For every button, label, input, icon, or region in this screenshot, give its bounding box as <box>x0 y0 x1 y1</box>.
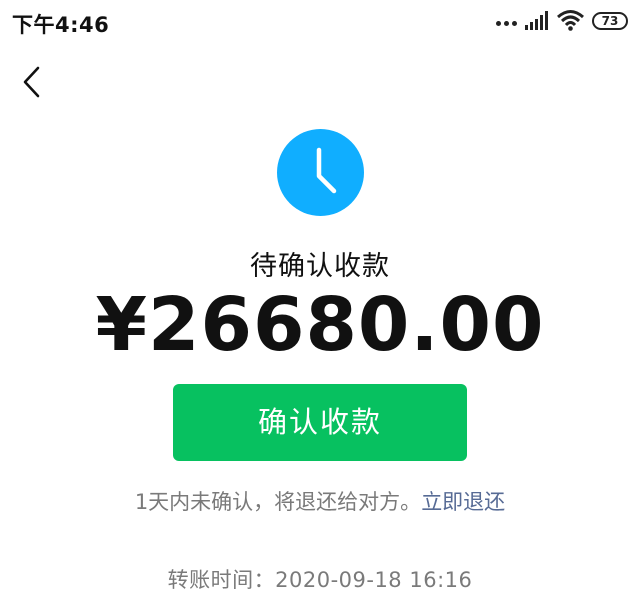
transfer-time-value: 2020-09-18 16:16 <box>275 568 473 592</box>
clock-icon <box>277 129 364 216</box>
signal-dots-icon <box>496 21 522 27</box>
battery-icon: 73 <box>592 12 628 30</box>
wifi-icon <box>557 10 584 31</box>
status-bar: 下午4:46 73 <box>0 0 640 44</box>
transfer-time: 转账时间：2020-09-18 16:16 <box>0 564 640 594</box>
transfer-receipt-screen: 下午4:46 73 待确认收款 ¥26680.00 确认收款 1天内未确认，将退… <box>0 0 640 616</box>
battery-level: 73 <box>601 14 619 28</box>
confirm-receipt-button[interactable]: 确认收款 <box>173 384 467 461</box>
refund-notice: 1天内未确认，将退还给对方。立即退还 <box>0 486 640 516</box>
chevron-left-icon <box>23 66 40 98</box>
status-title: 待确认收款 <box>250 251 390 282</box>
refund-now-link[interactable]: 立即退还 <box>421 490 505 514</box>
transfer-time-label: 转账时间： <box>167 568 276 592</box>
signal-icon <box>525 11 548 30</box>
refund-notice-text: 1天内未确认，将退还给对方。 <box>134 490 422 514</box>
transfer-amount: ¥26680.00 <box>95 282 545 368</box>
status-time: 下午4:46 <box>12 13 110 37</box>
back-button[interactable] <box>14 60 54 104</box>
